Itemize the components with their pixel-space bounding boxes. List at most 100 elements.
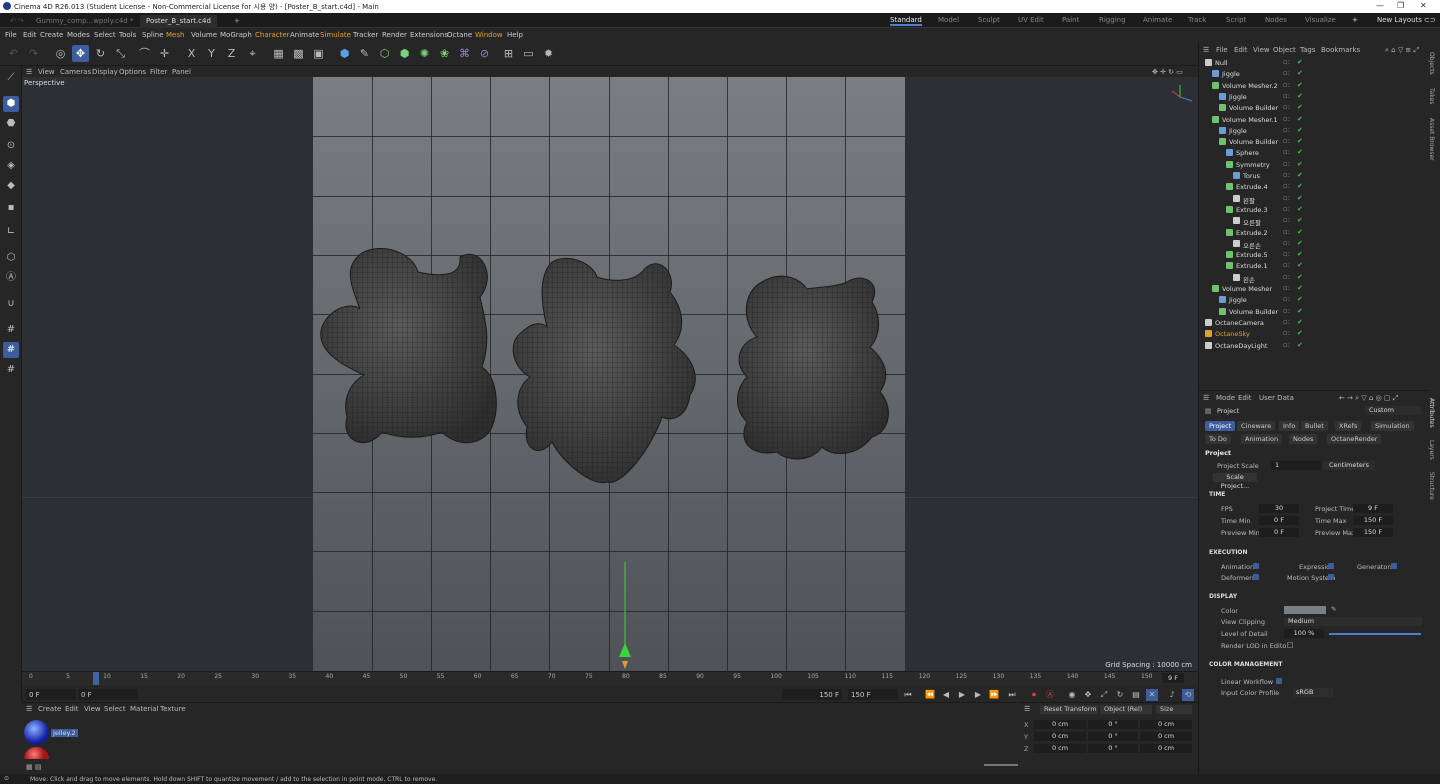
minimize-icon[interactable]: — bbox=[1376, 1, 1384, 10]
undo-tool-icon[interactable]: ↶ bbox=[5, 45, 22, 62]
time-min-input[interactable]: 0 F bbox=[1259, 516, 1299, 525]
motion-system-checkbox[interactable] bbox=[1328, 574, 1334, 580]
go-start-icon[interactable]: ⏮ bbox=[902, 689, 914, 701]
mat-menu-view[interactable]: View bbox=[84, 705, 101, 713]
enabled-check-icon[interactable]: ✔ bbox=[1297, 92, 1303, 100]
edge-mode-icon[interactable]: ◈ bbox=[3, 158, 19, 174]
visibility-dots-icon[interactable]: ▫: bbox=[1283, 194, 1290, 202]
enabled-check-icon[interactable]: ✔ bbox=[1297, 137, 1303, 145]
menu-mesh[interactable]: Mesh bbox=[166, 31, 184, 39]
enabled-check-icon[interactable]: ✔ bbox=[1297, 329, 1303, 337]
enabled-check-icon[interactable]: ✔ bbox=[1297, 205, 1303, 213]
section-color-management[interactable]: COLOR MANAGEMENT bbox=[1209, 661, 1282, 668]
visibility-dots-icon[interactable]: ▫: bbox=[1283, 171, 1290, 179]
object-row[interactable]: Volume Builder ▫: ✔ bbox=[1199, 103, 1429, 114]
visibility-dots-icon[interactable]: ▫: bbox=[1283, 115, 1290, 123]
menu-tools[interactable]: Tools bbox=[119, 31, 136, 39]
light-icon[interactable]: ✹ bbox=[540, 45, 557, 62]
layout-model[interactable]: Model bbox=[938, 16, 959, 24]
undo-icon[interactable]: ↶ ↷ bbox=[4, 15, 30, 28]
visibility-dots-icon[interactable]: ▫: bbox=[1283, 69, 1290, 77]
enabled-check-icon[interactable]: ✔ bbox=[1297, 81, 1303, 89]
menu-render[interactable]: Render bbox=[382, 31, 407, 39]
enabled-check-icon[interactable]: ✔ bbox=[1297, 250, 1303, 258]
field-icon[interactable]: ❀ bbox=[436, 45, 453, 62]
lod-input[interactable]: 100 % bbox=[1284, 629, 1324, 638]
current-frame-field[interactable]: 9 F bbox=[1162, 673, 1184, 683]
scale-tool-icon[interactable]: ⤡ bbox=[112, 45, 129, 62]
tab-nodes[interactable]: Nodes bbox=[1289, 434, 1318, 444]
obj-menu-object[interactable]: Object bbox=[1273, 46, 1296, 54]
camera-icon[interactable]: ▭ bbox=[520, 45, 537, 62]
side-tab-objects[interactable]: Objects bbox=[1428, 52, 1435, 75]
menu-volume[interactable]: Volume bbox=[191, 31, 217, 39]
menu-edit[interactable]: Edit bbox=[23, 31, 37, 39]
object-row[interactable]: Null ▫: ✔ bbox=[1199, 58, 1429, 69]
layout-standard[interactable]: Standard bbox=[890, 16, 922, 26]
prev-key-icon[interactable]: ⏪ bbox=[924, 689, 936, 701]
polygon-mode-icon[interactable]: ◆ bbox=[3, 178, 19, 194]
object-row[interactable]: Torus ▫: ✔ bbox=[1199, 171, 1429, 182]
visibility-dots-icon[interactable]: ▫: bbox=[1283, 160, 1290, 168]
render-lod-checkbox[interactable] bbox=[1287, 642, 1293, 648]
tab-simulation[interactable]: Simulation bbox=[1371, 421, 1414, 431]
viewport[interactable]: Perspective Grid Spacing : 10000 cm bbox=[22, 77, 1198, 671]
visibility-dots-icon[interactable]: ▫: bbox=[1283, 329, 1290, 337]
enabled-check-icon[interactable]: ✔ bbox=[1297, 341, 1303, 349]
enabled-check-icon[interactable]: ✔ bbox=[1297, 171, 1303, 179]
transform-tool-icon[interactable]: ✛ bbox=[156, 45, 173, 62]
deformer-icon[interactable]: ⌘ bbox=[456, 45, 473, 62]
linear-workflow-checkbox[interactable] bbox=[1276, 678, 1282, 684]
visibility-dots-icon[interactable]: ▫: bbox=[1283, 103, 1290, 111]
menu-tracker[interactable]: Tracker bbox=[353, 31, 378, 39]
object-row[interactable]: 오른팔 ▫: ✔ bbox=[1199, 216, 1429, 227]
attr-menu-icon[interactable]: ☰ bbox=[1203, 394, 1209, 402]
texture-mode-icon[interactable]: ⬣ bbox=[3, 116, 19, 132]
rotation-key-icon[interactable]: ↻ bbox=[1114, 689, 1126, 701]
visibility-dots-icon[interactable]: ▫: bbox=[1283, 148, 1290, 156]
material-menu-icon[interactable]: ☰ bbox=[26, 705, 32, 713]
toggle-icon[interactable]: ⊂⊃ bbox=[1424, 16, 1436, 24]
cube-icon[interactable]: ⬢ bbox=[336, 45, 353, 62]
layout-uv-edit[interactable]: UV Edit bbox=[1018, 16, 1044, 24]
coord-rotation-field[interactable]: 0 ° bbox=[1088, 744, 1138, 753]
obj-menu-file[interactable]: File bbox=[1216, 46, 1228, 54]
keyframe-selection-icon[interactable]: ◉ bbox=[1066, 689, 1078, 701]
side-tab-takes[interactable]: Takes bbox=[1428, 88, 1435, 104]
object-row[interactable]: Extrude.5 ▫: ✔ bbox=[1199, 250, 1429, 261]
gummy-bear-left[interactable] bbox=[320, 248, 497, 444]
visibility-dots-icon[interactable]: ▫: bbox=[1283, 137, 1290, 145]
render-view-icon[interactable]: ▦ bbox=[270, 45, 287, 62]
enabled-check-icon[interactable]: ✔ bbox=[1297, 318, 1303, 326]
menu-select[interactable]: Select bbox=[94, 31, 116, 39]
vp-menu-options[interactable]: Options bbox=[119, 68, 146, 76]
object-row[interactable]: 오른손 ▫: ✔ bbox=[1199, 239, 1429, 250]
visibility-dots-icon[interactable]: ▫: bbox=[1283, 295, 1290, 303]
enabled-check-icon[interactable]: ✔ bbox=[1297, 160, 1303, 168]
play-icon[interactable]: ▶ bbox=[956, 689, 968, 701]
gummy-bears[interactable] bbox=[22, 77, 1198, 671]
scale-key-icon[interactable]: ⤢ bbox=[1098, 689, 1110, 701]
menu-extensions[interactable]: Extensions bbox=[410, 31, 448, 39]
side-tab-attributes[interactable]: Attributes bbox=[1428, 398, 1435, 428]
tab-animation[interactable]: Animation bbox=[1241, 434, 1283, 444]
generators-checkbox[interactable] bbox=[1391, 563, 1397, 569]
object-row[interactable]: OctaneDayLight ▫: ✔ bbox=[1199, 341, 1429, 352]
view-clipping-dropdown[interactable]: Medium bbox=[1284, 617, 1422, 626]
axis-mode-icon[interactable]: ∟ bbox=[3, 224, 19, 240]
coord-size-field[interactable]: 0 cm bbox=[1140, 732, 1192, 741]
new-layouts-button[interactable]: New Layouts bbox=[1377, 16, 1422, 24]
tab-to-do[interactable]: To Do bbox=[1205, 434, 1231, 444]
enabled-check-icon[interactable]: ✔ bbox=[1297, 182, 1303, 190]
obj-menu-view[interactable]: View bbox=[1253, 46, 1270, 54]
tab-bullet[interactable]: Bullet bbox=[1301, 421, 1328, 431]
pla-key-icon[interactable]: ✕ bbox=[1146, 689, 1158, 701]
object-row[interactable]: Jiggle ▫: ✔ bbox=[1199, 92, 1429, 103]
scale-project-button[interactable]: Scale Project... bbox=[1213, 473, 1257, 490]
object-row[interactable]: Jiggle ▫: ✔ bbox=[1199, 295, 1429, 306]
color-swatch[interactable] bbox=[1284, 606, 1326, 614]
side-tab-asset-browser[interactable]: Asset Browser bbox=[1428, 118, 1435, 161]
snap-icon[interactable]: Ⓐ bbox=[3, 270, 19, 286]
z-axis-icon[interactable]: Z bbox=[223, 45, 240, 62]
mat-menu-select[interactable]: Select bbox=[104, 705, 126, 713]
